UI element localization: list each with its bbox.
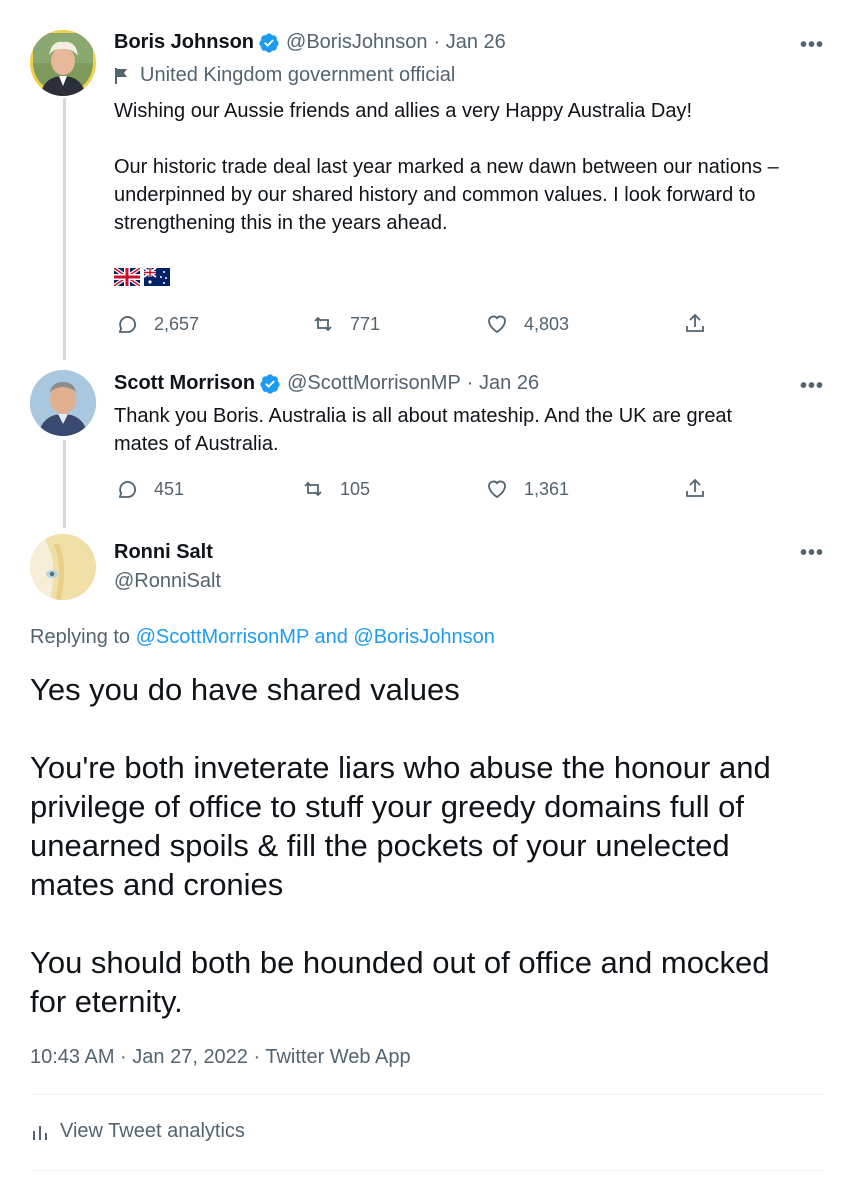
retweet-button[interactable]: 105: [300, 477, 370, 501]
tweet-line: unearned spoils & fill the pockets of yo…: [30, 828, 730, 863]
heart-icon: [488, 480, 506, 499]
reply-button[interactable]: 2,657: [114, 312, 199, 336]
author-handle[interactable]: @BorisJohnson: [286, 31, 427, 54]
avatar[interactable]: [30, 370, 96, 436]
avatar[interactable]: [30, 534, 96, 600]
more-options-icon[interactable]: •••: [800, 34, 824, 57]
replying-to-links[interactable]: @ScottMorrisonMP and @BorisJohnson: [136, 626, 495, 648]
like-button[interactable]: 4,803: [484, 312, 569, 336]
tweet-line: Yes you do have shared values: [30, 672, 460, 707]
author-name[interactable]: Scott Morrison: [114, 372, 255, 395]
retweet-icon: [314, 316, 332, 332]
label-text: United Kingdom government official: [140, 64, 456, 86]
like-button[interactable]: 1,361: [484, 477, 569, 501]
tweet-line: strengthening this in the years ahead.: [114, 212, 448, 234]
tweet-line: privilege of office to stuff your greedy…: [30, 789, 744, 824]
divider: [30, 1094, 825, 1095]
tweet-line: You should both be hounded out of office…: [30, 945, 770, 980]
share-button[interactable]: [682, 312, 708, 336]
reply-count: 451: [154, 478, 185, 499]
avatar[interactable]: [30, 30, 96, 96]
like-count: 4,803: [524, 313, 570, 334]
view-analytics-link[interactable]: View Tweet analytics: [30, 1120, 245, 1143]
like-count: 1,361: [524, 478, 570, 499]
tweet-text: Wishing our Aussie friends and allies a …: [114, 97, 834, 237]
verified-icon: [259, 373, 281, 395]
author-handle[interactable]: @RonniSalt: [114, 570, 221, 593]
emoji-flags: [114, 268, 170, 286]
author-handle[interactable]: @ScottMorrisonMP: [287, 372, 461, 395]
tweet-line: mates of Australia.: [114, 433, 279, 455]
reply-button[interactable]: 451: [114, 477, 184, 501]
replying-to: Replying to @ScottMorrisonMP and @BorisJ…: [30, 626, 495, 649]
tweet-timestamp[interactable]: 10:43 AM · Jan 27, 2022 · Twitter Web Ap…: [30, 1046, 411, 1069]
thread-line: [63, 98, 66, 360]
tweet-date[interactable]: · Jan 26: [467, 372, 539, 395]
retweet-button[interactable]: 771: [310, 312, 380, 336]
tweet-line: mates and cronies: [30, 867, 284, 902]
tweet-line: for eternity.: [30, 984, 183, 1019]
tweet-line: underpinned by our shared history and co…: [114, 184, 756, 206]
tweet-text: Thank you Boris. Australia is all about …: [114, 402, 834, 458]
tweet-header: Scott Morrison @ScottMorrisonMP · Jan 26: [114, 372, 539, 395]
more-options-icon[interactable]: •••: [800, 542, 824, 565]
replying-prefix: Replying to: [30, 626, 136, 648]
tweet-line: Our historic trade deal last year marked…: [114, 156, 779, 178]
analytics-icon: [33, 1125, 47, 1140]
retweet-count: 771: [350, 313, 381, 334]
retweet-icon: [304, 481, 322, 497]
uk-flag-icon: [114, 268, 140, 286]
more-options-icon[interactable]: •••: [800, 375, 824, 398]
tweet-paragraph: Wishing our Aussie friends and allies a …: [114, 100, 693, 122]
government-label: United Kingdom government official: [114, 64, 455, 87]
tweet-line: You're both inveterate liars who abuse t…: [30, 750, 771, 785]
reply-icon: [119, 481, 136, 498]
share-icon: [686, 313, 704, 332]
tweet-actions: 2,657 771 4,803: [114, 311, 834, 337]
heart-icon: [488, 315, 506, 334]
analytics-label: View Tweet analytics: [60, 1120, 245, 1142]
thread-line: [63, 440, 66, 528]
divider: [30, 1170, 825, 1171]
australia-flag-icon: [144, 268, 170, 286]
tweet-date[interactable]: · Jan 26: [434, 31, 506, 54]
tweet-text: Yes you do have shared values You're bot…: [30, 670, 840, 1021]
reply-icon: [119, 316, 136, 333]
flag-icon: [115, 67, 127, 84]
share-button[interactable]: [682, 477, 708, 501]
reply-count: 2,657: [154, 313, 200, 334]
tweet-line: Thank you Boris. Australia is all about …: [114, 405, 733, 427]
tweet-actions: 451 105 1,361: [114, 476, 834, 502]
tweet-header: Boris Johnson @BorisJohnson · Jan 26: [114, 31, 506, 54]
verified-icon: [258, 32, 280, 54]
author-name[interactable]: Boris Johnson: [114, 31, 254, 54]
share-icon: [686, 478, 704, 497]
author-name[interactable]: Ronni Salt: [114, 541, 213, 564]
retweet-count: 105: [340, 478, 371, 499]
